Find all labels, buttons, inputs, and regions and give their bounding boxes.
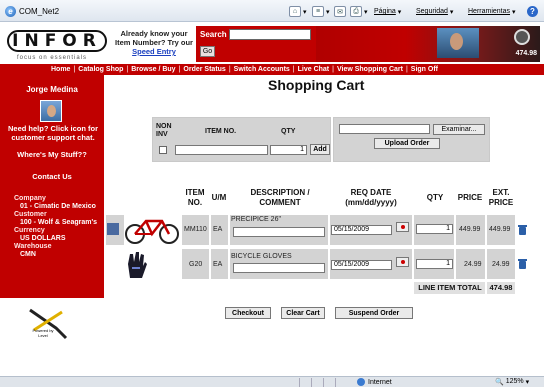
description-value: PRECIPICE 26" (231, 216, 281, 223)
banner-cart-total: 474.98 (515, 50, 537, 57)
powered-by-logo: Powered by Level (26, 304, 72, 342)
zoom-icon: 🔍 (495, 379, 504, 386)
user-name: Jorge Medina (26, 85, 78, 94)
infor-logo: INFOR (7, 30, 107, 52)
um-value: EA (213, 261, 223, 268)
price-value: 24.99 (464, 261, 482, 268)
item-no-value: G20 (189, 261, 203, 268)
speed-entry-link[interactable]: Speed Entry (111, 47, 197, 56)
req-date-input[interactable]: 05/15/2009 (331, 260, 392, 270)
req-date-input[interactable]: 05/15/2009 (331, 225, 392, 235)
account-info: Company 01 - Cimatic De Mexico Customer … (14, 195, 98, 258)
speed-entry-promo: Already know your Item Number? Try our S… (111, 29, 197, 56)
suspend-order-button[interactable]: Suspend Order (335, 307, 413, 319)
browse-button[interactable]: Examinar... (433, 124, 485, 135)
calendar-icon[interactable] (396, 257, 409, 267)
help-icon[interactable]: ? (527, 5, 538, 18)
clear-cart-button[interactable]: Clear Cart (281, 307, 325, 319)
header-banner: 474.98 (316, 26, 540, 62)
description-value: BICYCLE GLOVES (231, 253, 292, 260)
mail-icon[interactable]: ✉ (334, 5, 346, 18)
item-no-value: MM110 (184, 226, 207, 233)
qty-input[interactable]: 1 (416, 259, 453, 269)
nav-switch-accounts[interactable]: Switch Accounts (234, 66, 290, 73)
upload-panel: Examinar... Upload Order (333, 117, 490, 162)
non-inv-header: NON INV (156, 123, 172, 138)
checkout-button[interactable]: Checkout (225, 307, 271, 319)
comment-input[interactable] (233, 263, 325, 273)
delete-icon[interactable] (518, 225, 527, 235)
col-item-no: ITEM NO. (185, 188, 205, 207)
nav-order-status[interactable]: Order Status (183, 66, 225, 73)
tab-title: COM_Net2 (19, 7, 60, 16)
col-um: U/M (211, 193, 227, 202)
col-ext-price: EXT. PRICE (488, 188, 514, 207)
go-button[interactable]: Go (200, 46, 215, 57)
wheres-my-stuff-link[interactable]: Where's My Stuff?? (0, 150, 104, 159)
file-path-input[interactable] (339, 124, 430, 134)
search-input[interactable] (229, 29, 311, 40)
support-chat-avatar[interactable] (40, 100, 62, 122)
feeds-icon[interactable]: ≡ ▾ (312, 5, 330, 18)
col-description: DESCRIPTION / COMMENT (250, 188, 310, 207)
main-nav: Home | Catalog Shop | Browse / Buy | Order … (0, 64, 544, 75)
quick-entry-panel: NON INV ITEM NO. QTY 1 Add (152, 117, 331, 162)
nav-catalog-shop[interactable]: Catalog Shop (78, 66, 123, 73)
print-icon[interactable]: ⎙ ▾ (350, 5, 368, 18)
zoom-control[interactable]: 🔍 125% ▾ (495, 378, 529, 386)
product-info-icon[interactable] (107, 223, 119, 235)
calendar-icon[interactable] (396, 222, 409, 232)
upload-order-button[interactable]: Upload Order (374, 138, 440, 149)
line-item-total-label: LINE ITEM TOTAL (418, 283, 482, 292)
qty-input[interactable]: 1 (416, 224, 453, 234)
col-price: PRICE (457, 193, 483, 202)
nav-live-chat[interactable]: Live Chat (298, 66, 330, 73)
add-button[interactable]: Add (310, 144, 330, 155)
col-req-date: REQ DATE (mm/dd/yyyy) (345, 188, 397, 207)
qty-input[interactable]: 1 (270, 145, 307, 155)
nav-browse-buy[interactable]: Browse / Buy (131, 66, 175, 73)
item-no-header: ITEM NO. (205, 128, 237, 135)
nav-home[interactable]: Home (51, 66, 70, 73)
ie-logo-icon: e (5, 6, 16, 17)
globe-icon (357, 378, 365, 386)
sidebar: Jorge Medina Need help? Click icon for c… (0, 75, 104, 298)
um-value: EA (213, 226, 223, 233)
logo-tagline: focus on essentials (17, 55, 88, 61)
non-inv-checkbox[interactable] (159, 146, 167, 154)
security-zone[interactable]: Internet (357, 378, 392, 386)
contact-us-link[interactable]: Contact Us (0, 172, 104, 181)
comment-input[interactable] (233, 227, 325, 237)
home-icon[interactable]: ⌂ ▾ (289, 5, 307, 18)
help-text: Need help? Click icon for customer suppo… (7, 124, 98, 142)
qty-header: QTY (281, 128, 296, 135)
menu-herramientas[interactable]: Herramientas ▾ (468, 5, 516, 18)
nav-view-cart[interactable]: View Shopping Cart (337, 66, 403, 73)
search-panel: Search Go (196, 26, 316, 62)
banner-photo (437, 28, 479, 58)
col-qty: QTY (426, 193, 444, 202)
powered-by-text: Powered by Level (32, 328, 54, 338)
line-item-total-value: 474.98 (489, 283, 513, 292)
browser-toolbar: e COM_Net2 ⌂ ▾ ≡ ▾ ✉ ⎙ ▾ Página ▾ Seguridad ▾… (0, 0, 544, 22)
browser-status-bar: Internet 🔍 125% ▾ (0, 376, 544, 387)
nav-sign-off[interactable]: Sign Off (411, 66, 438, 73)
menu-pagina[interactable]: Página ▾ (374, 5, 401, 18)
gloves-image (128, 252, 147, 278)
bicycle-image (125, 219, 179, 244)
cart-icon[interactable] (514, 29, 530, 45)
search-label: Search (200, 30, 227, 39)
price-value: 449.99 (459, 226, 481, 233)
browser-tab[interactable]: e COM_Net2 (2, 3, 64, 20)
page-title: Shopping Cart (268, 77, 365, 93)
ext-price-value: 449.99 (489, 226, 511, 233)
site-header: INFOR focus on essentials Already know y… (0, 22, 544, 64)
ext-price-value: 24.99 (492, 261, 510, 268)
delete-icon[interactable] (518, 259, 527, 269)
item-no-input[interactable] (175, 145, 268, 155)
menu-seguridad[interactable]: Seguridad ▾ (416, 5, 453, 18)
